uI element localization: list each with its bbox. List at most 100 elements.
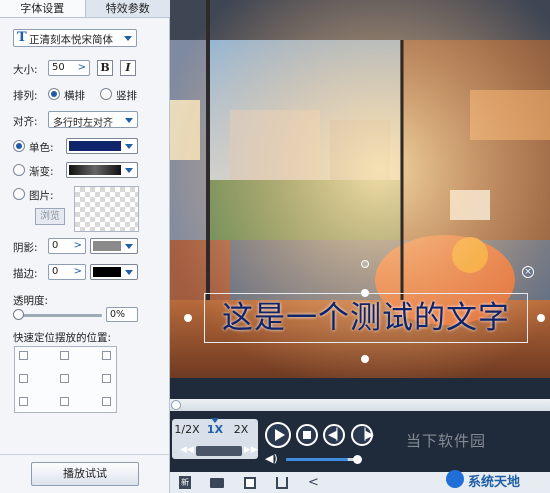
shadow-value: 0	[52, 240, 59, 251]
volume-level	[286, 458, 348, 461]
folder-icon[interactable]	[210, 478, 224, 488]
resize-handle-bottom[interactable]	[361, 355, 369, 363]
brand-logo-icon	[446, 470, 464, 488]
font-name: 正清刻本悦宋简体	[29, 34, 113, 46]
watermark-downloads: 当下软件园	[406, 432, 487, 450]
quick-position-label: 快速定位摆放的位置:	[13, 332, 112, 344]
align-select[interactable]: 多行时左对齐	[48, 111, 138, 129]
tab-bar: 字体设置 特效参数	[0, 0, 170, 18]
horizontal-label: 横排	[64, 90, 85, 102]
save-icon[interactable]	[244, 477, 256, 489]
size-spinner[interactable]: 50 >	[48, 60, 90, 76]
share-icon[interactable]: <	[308, 475, 319, 490]
image-radio[interactable]	[13, 188, 25, 200]
chevron-down-icon	[125, 117, 133, 123]
align-value: 多行时左对齐	[53, 118, 113, 129]
speed-half[interactable]: 1/2X	[174, 423, 200, 436]
pos-middle-right[interactable]	[102, 374, 111, 383]
pos-middle-center[interactable]	[60, 374, 69, 383]
stop-icon	[303, 431, 311, 439]
gradient-label: 渐变:	[29, 166, 54, 178]
delete-handle[interactable]: ×	[522, 266, 534, 278]
shadow-spinner[interactable]: 0 >	[48, 238, 86, 254]
image-label: 图片:	[29, 190, 54, 202]
chevron-right-icon: >	[77, 62, 86, 73]
bold-button[interactable]: B	[97, 60, 113, 76]
settings-panel: 字体设置 特效参数 T 正清刻本悦宋简体 大小: 50 > B I 排列: 横排 …	[0, 0, 170, 493]
player-area: 这是一个测试的文字 × 1/2X 1X 2X ◀◀ ▶▶ ◀▏ ▕▶ ◀) 当下…	[170, 0, 550, 493]
opacity-slider-thumb[interactable]	[13, 309, 24, 320]
chevron-down-icon	[125, 244, 133, 249]
gradient-fill	[69, 165, 121, 175]
image-preview	[74, 186, 139, 232]
solid-color-picker[interactable]	[66, 138, 138, 154]
watermark-brand: 系统天地	[468, 475, 521, 490]
solid-color-label: 单色:	[29, 142, 54, 154]
stroke-spinner[interactable]: 0 >	[48, 264, 86, 280]
progress-bar[interactable]	[170, 399, 550, 411]
tab-font-settings[interactable]: 字体设置	[0, 0, 86, 17]
stop-button[interactable]	[296, 424, 318, 446]
position-grid	[14, 346, 117, 413]
stroke-color-picker[interactable]	[90, 264, 138, 280]
volume-icon[interactable]: ◀)	[265, 452, 278, 465]
shadow-color-fill	[93, 241, 121, 251]
new-icon[interactable]: 新	[179, 476, 191, 489]
chevron-down-icon	[125, 144, 133, 149]
play-icon	[275, 429, 285, 441]
pos-top-center[interactable]	[60, 351, 69, 360]
stroke-label: 描边:	[13, 268, 38, 280]
player-controls: 1/2X 1X 2X ◀◀ ▶▶ ◀▏ ▕▶ ◀) 当下软件园 新 < 系统天地	[170, 378, 550, 493]
video-preview: 这是一个测试的文字 ×	[170, 0, 550, 378]
horizontal-radio[interactable]	[48, 88, 60, 100]
speed-one[interactable]: 1X	[204, 423, 226, 436]
skip-back-icon[interactable]: ◀◀	[180, 445, 194, 455]
pos-middle-left[interactable]	[19, 374, 28, 383]
tab-effects[interactable]: 特效参数	[85, 0, 170, 17]
pos-bottom-right[interactable]	[102, 397, 111, 406]
progress-knob[interactable]	[171, 400, 181, 410]
opacity-value: 0%	[110, 309, 126, 320]
size-value: 50	[52, 62, 65, 73]
italic-button[interactable]: I	[120, 60, 136, 76]
skip-forward-icon[interactable]: ▶▶	[244, 445, 258, 455]
preview-button[interactable]: 播放试试	[31, 462, 139, 486]
prev-icon: ◀▏	[328, 428, 345, 441]
vertical-radio[interactable]	[100, 88, 112, 100]
pos-bottom-center[interactable]	[60, 397, 69, 406]
resize-handle-top[interactable]	[361, 289, 369, 297]
resize-handle-right[interactable]	[537, 314, 545, 322]
prev-frame-button[interactable]: ◀▏	[323, 424, 345, 446]
align-label: 对齐:	[13, 116, 38, 128]
volume-knob[interactable]	[353, 455, 362, 464]
speed-marker-icon	[211, 418, 219, 423]
size-label: 大小:	[13, 64, 38, 76]
preview-caption[interactable]: 这是一个测试的文字	[204, 293, 528, 343]
font-T-icon: T	[17, 30, 27, 45]
layout-label: 排列:	[13, 90, 38, 102]
timeline-mini[interactable]	[196, 446, 242, 456]
pos-top-left[interactable]	[19, 351, 28, 360]
next-frame-button[interactable]: ▕▶	[351, 424, 374, 446]
browse-button[interactable]: 浏览	[35, 208, 65, 225]
opacity-slider-track[interactable]	[18, 314, 102, 317]
gradient-radio[interactable]	[13, 164, 25, 176]
export-icon[interactable]	[276, 477, 288, 489]
opacity-label: 透明度:	[13, 295, 49, 307]
pos-bottom-left[interactable]	[19, 397, 28, 406]
shadow-label: 阴影:	[13, 242, 38, 254]
play-button[interactable]	[265, 422, 291, 448]
vertical-label: 竖排	[116, 90, 137, 102]
opacity-value-field[interactable]: 0%	[106, 307, 138, 322]
gradient-picker[interactable]	[66, 162, 138, 178]
chevron-right-icon: >	[73, 266, 82, 277]
rotate-handle[interactable]	[361, 260, 369, 268]
shadow-color-picker[interactable]	[90, 238, 138, 254]
resize-handle-left[interactable]	[184, 314, 192, 322]
solid-color-radio[interactable]	[13, 140, 25, 152]
chevron-right-icon: >	[73, 240, 82, 251]
font-select[interactable]: T 正清刻本悦宋简体	[13, 29, 137, 47]
pos-top-right[interactable]	[102, 351, 111, 360]
solid-color-fill	[69, 141, 121, 151]
speed-two[interactable]: 2X	[230, 423, 252, 436]
